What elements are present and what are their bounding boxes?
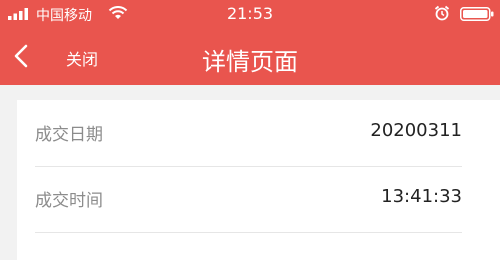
trade-time-label: 成交时间	[35, 191, 103, 211]
header-bar: 中国移动 21:53 关闭 详情页面	[0, 0, 500, 85]
status-bar: 中国移动 21:53	[0, 0, 500, 28]
trade-time-value: 13:41:33	[381, 186, 462, 207]
trade-date-value: 20200311	[370, 120, 462, 141]
detail-row-trade-date: 成交日期 20200311	[17, 100, 500, 166]
battery-icon	[460, 7, 494, 21]
details-card: 成交日期 20200311 成交时间 13:41:33	[17, 100, 500, 260]
detail-row-trade-time: 成交时间 13:41:33	[17, 166, 500, 232]
alarm-icon	[434, 5, 450, 21]
page-title: 详情页面	[202, 48, 298, 76]
status-time: 21:53	[226, 4, 274, 23]
row-divider	[35, 232, 462, 233]
trade-date-label: 成交日期	[35, 125, 103, 145]
